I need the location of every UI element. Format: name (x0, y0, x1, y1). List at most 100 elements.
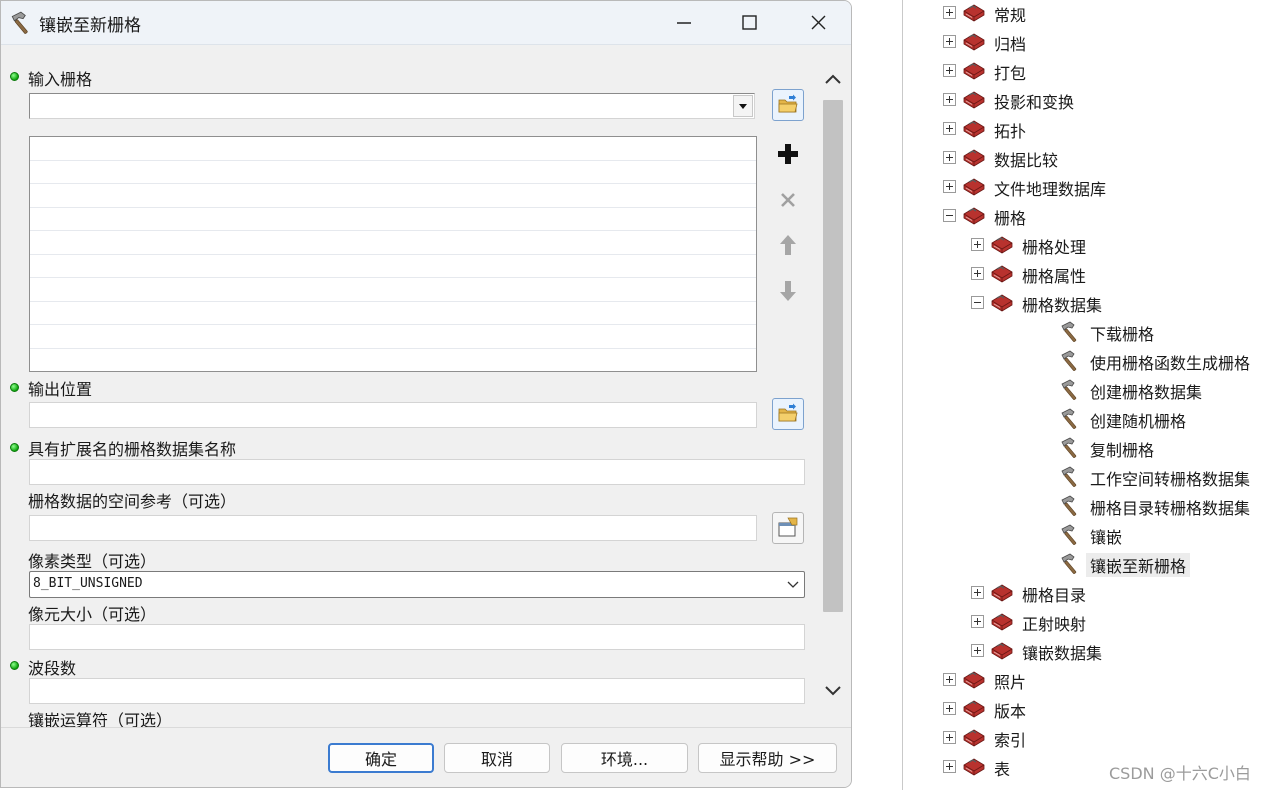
collapse-icon[interactable] (943, 209, 956, 222)
spatial-reference-properties-button[interactable] (772, 512, 804, 544)
tree-toolset-item[interactable]: 归档 (903, 29, 1280, 55)
list-item[interactable] (30, 184, 756, 208)
input-rasters-combo[interactable] (29, 93, 755, 119)
spatial-reference-field[interactable] (29, 515, 757, 541)
expand-icon[interactable] (971, 238, 984, 251)
chevron-down-icon (787, 581, 799, 588)
expand-icon[interactable] (943, 93, 956, 106)
close-button[interactable] (785, 1, 851, 45)
tree-toolset-item[interactable]: 版本 (903, 696, 1280, 722)
tree-tool-item[interactable]: 镶嵌至新栅格 (903, 551, 1280, 577)
tree-item-label: 栅格处理 (1022, 238, 1087, 257)
tree-tool-item[interactable]: 栅格目录转栅格数据集 (903, 493, 1280, 519)
tree-toolset-item[interactable]: 栅格 (903, 203, 1280, 229)
pixel-type-select[interactable]: 8_BIT_UNSIGNED (29, 571, 805, 598)
bands-field[interactable] (29, 678, 805, 704)
tree-item-label: 常规 (994, 6, 1027, 25)
expand-icon[interactable] (971, 267, 984, 280)
tree-tool-item[interactable]: 下载栅格 (903, 319, 1280, 345)
list-item[interactable] (30, 137, 756, 161)
expand-icon[interactable] (943, 122, 956, 135)
input-rasters-list[interactable] (29, 136, 757, 372)
dropdown-button[interactable] (733, 95, 753, 117)
list-item[interactable] (30, 325, 756, 349)
browse-output-button[interactable] (772, 398, 804, 430)
tree-toolset-item[interactable]: 数据比较 (903, 145, 1280, 171)
expand-icon[interactable] (943, 760, 956, 773)
tree-toolset-item[interactable]: 栅格目录 (903, 580, 1280, 606)
list-item[interactable] (30, 278, 756, 302)
show-help-button[interactable]: 显示帮助 >> (698, 743, 837, 773)
toolbox-icon (989, 262, 1015, 286)
tree-item-label: 文件地理数据库 (994, 180, 1107, 199)
toolbox-tree: 常规归档打包投影和变换拓扑数据比较文件地理数据库栅格栅格处理栅格属性栅格数据集下… (903, 0, 1280, 790)
tree-tool-item[interactable]: 复制栅格 (903, 435, 1280, 461)
expand-icon[interactable] (971, 615, 984, 628)
toolbox-icon (961, 146, 987, 170)
remove-x-icon (781, 193, 795, 207)
tree-item-label: 栅格数据集 (1022, 296, 1103, 315)
list-item[interactable] (30, 161, 756, 184)
tree-toolset-item[interactable]: 索引 (903, 725, 1280, 751)
tree-toolset-item[interactable]: 打包 (903, 58, 1280, 84)
tree-toolset-item[interactable]: 照片 (903, 667, 1280, 693)
expand-icon[interactable] (943, 702, 956, 715)
scroll-up-icon[interactable] (823, 70, 843, 90)
title-bar[interactable]: 镶嵌至新栅格 (1, 1, 851, 45)
environments-button[interactable]: 环境... (561, 743, 688, 773)
tree-tool-item[interactable]: 创建随机栅格 (903, 406, 1280, 432)
tree-item-label: 版本 (994, 702, 1027, 721)
vertical-scrollbar[interactable] (819, 66, 847, 706)
expand-icon[interactable] (943, 64, 956, 77)
cellsize-label: 像元大小（可选） (28, 605, 157, 624)
list-item[interactable] (30, 208, 756, 231)
tree-tool-item[interactable]: 使用栅格函数生成栅格 (903, 348, 1280, 374)
tree-toolset-item[interactable]: 镶嵌数据集 (903, 638, 1280, 664)
minimize-button[interactable] (651, 1, 719, 45)
hammer-icon (1059, 552, 1083, 576)
move-down-button[interactable] (772, 275, 804, 307)
scroll-thumb[interactable] (823, 100, 843, 612)
dataset-name-field[interactable] (29, 459, 805, 485)
tree-toolset-item[interactable]: 栅格属性 (903, 261, 1280, 287)
expand-icon[interactable] (943, 731, 956, 744)
ok-button[interactable]: 确定 (328, 743, 434, 773)
scroll-down-icon[interactable] (823, 680, 843, 700)
cellsize-field[interactable] (29, 624, 805, 650)
cancel-button[interactable]: 取消 (444, 743, 550, 773)
expand-icon[interactable] (971, 586, 984, 599)
expand-icon[interactable] (943, 673, 956, 686)
output-location-field[interactable] (29, 402, 757, 428)
expand-icon[interactable] (943, 35, 956, 48)
browse-input-button[interactable] (772, 89, 804, 121)
expand-icon[interactable] (943, 6, 956, 19)
tree-toolset-item[interactable]: 正射映射 (903, 609, 1280, 635)
tree-tool-item[interactable]: 工作空间转栅格数据集 (903, 464, 1280, 490)
expand-icon[interactable] (971, 644, 984, 657)
parameters-panel: 输入栅格 输出位置 具有扩展名的栅格数据集名称 栅格数据的空间参考（可选） 像素… (1, 46, 851, 730)
tree-toolset-item[interactable]: 投影和变换 (903, 87, 1280, 113)
list-item[interactable] (30, 255, 756, 278)
tree-toolset-item[interactable]: 栅格数据集 (903, 290, 1280, 316)
tree-tool-item[interactable]: 镶嵌 (903, 522, 1280, 548)
expand-icon[interactable] (943, 151, 956, 164)
expand-icon[interactable] (943, 180, 956, 193)
tree-toolset-item[interactable]: 栅格处理 (903, 232, 1280, 258)
hammer-icon (1059, 407, 1083, 431)
list-item[interactable] (30, 302, 756, 325)
toolbox-icon (961, 668, 987, 692)
tree-toolset-item[interactable]: 文件地理数据库 (903, 174, 1280, 200)
remove-item-button[interactable] (772, 184, 804, 216)
move-up-button[interactable] (772, 229, 804, 261)
maximize-button[interactable] (717, 1, 785, 45)
toolbox-icon (961, 117, 987, 141)
tree-toolset-item[interactable]: 常规 (903, 0, 1280, 26)
collapse-icon[interactable] (971, 296, 984, 309)
tree-toolset-item[interactable]: 拓扑 (903, 116, 1280, 142)
tree-item-label: 数据比较 (994, 151, 1059, 170)
tree-item-label: 照片 (994, 673, 1027, 692)
tree-item-label: 正射映射 (1022, 615, 1087, 634)
list-item[interactable] (30, 231, 756, 255)
add-item-button[interactable] (772, 138, 804, 170)
tree-tool-item[interactable]: 创建栅格数据集 (903, 377, 1280, 403)
